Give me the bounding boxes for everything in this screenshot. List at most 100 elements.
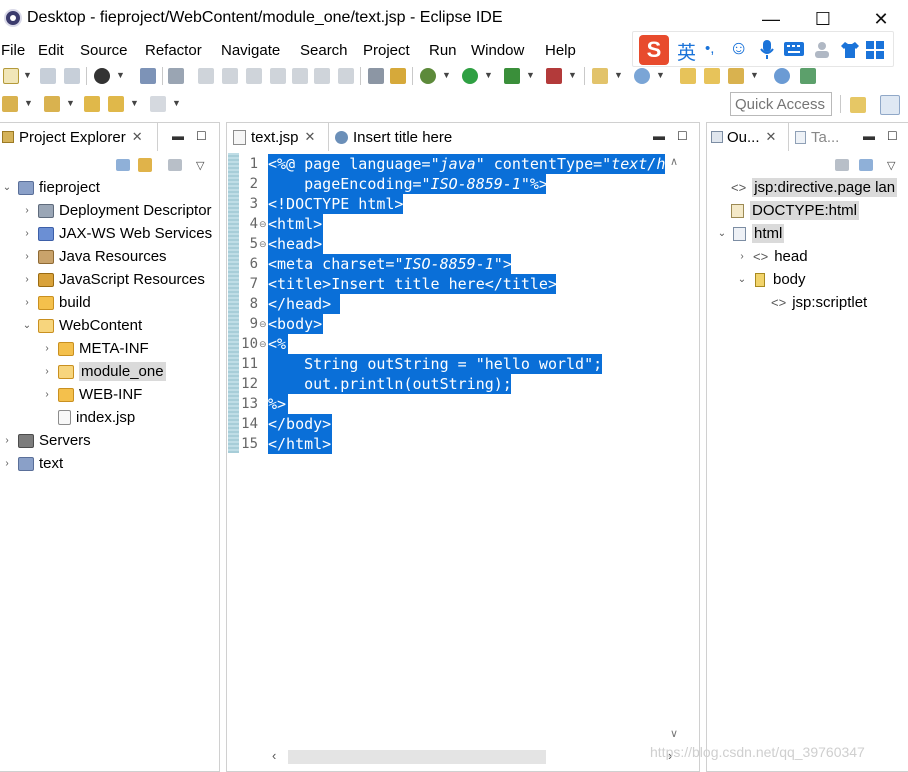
menu-navigate[interactable]: Navigate — [221, 42, 280, 59]
close-tab-icon[interactable]: ✕ — [305, 129, 316, 145]
collapse-all-icon[interactable] — [859, 159, 873, 171]
step-return-icon[interactable] — [338, 68, 354, 84]
save-all-icon[interactable] — [64, 68, 80, 84]
new-class-dropdown-arrow-icon[interactable]: ▼ — [656, 70, 665, 80]
menu-refactor[interactable]: Refactor — [145, 42, 202, 59]
collapsed-chevron-icon[interactable]: › — [20, 228, 34, 239]
run-server-dropdown-arrow-icon[interactable]: ▼ — [526, 70, 535, 80]
maximize-button[interactable]: ☐ — [800, 5, 846, 33]
view-menu-icon[interactable]: ▽ — [887, 159, 895, 172]
profile-icon[interactable] — [94, 68, 110, 84]
outline-item-doctype[interactable]: DOCTYPE:html — [731, 199, 860, 222]
disconnect-icon[interactable] — [270, 68, 286, 84]
minimize-view-icon[interactable]: ▬ — [863, 129, 875, 143]
menu-source[interactable]: Source — [80, 42, 128, 59]
last-edit-location-icon[interactable] — [84, 96, 100, 112]
tab-outline[interactable]: Ou... ✕ — [707, 123, 789, 151]
collapsed-chevron-icon[interactable]: › — [735, 251, 749, 262]
debug-icon[interactable] — [420, 68, 436, 84]
close-tab-icon[interactable]: ✕ — [766, 129, 777, 145]
next-annotation-icon[interactable] — [2, 96, 18, 112]
expanded-chevron-icon[interactable]: ⌄ — [715, 228, 729, 239]
scrollbar-thumb[interactable] — [288, 750, 546, 764]
collapsed-chevron-icon[interactable]: › — [40, 366, 54, 377]
step-into-icon[interactable] — [292, 68, 308, 84]
back-dropdown-arrow-icon[interactable]: ▼ — [130, 98, 139, 108]
collapsed-chevron-icon[interactable]: › — [20, 205, 34, 216]
minimize-button[interactable]: — — [748, 5, 794, 33]
menu-search[interactable]: Search — [300, 42, 348, 59]
menu-file[interactable]: File — [1, 42, 25, 59]
tree-item-jax-ws-web-services[interactable]: › JAX-WS Web Services — [20, 222, 212, 245]
collapsed-chevron-icon[interactable]: › — [0, 458, 14, 469]
previous-annotation-dropdown-arrow-icon[interactable]: ▼ — [66, 98, 75, 108]
outline-item-body[interactable]: ⌄ body — [735, 268, 806, 291]
outline-item-html[interactable]: ⌄ html — [715, 222, 785, 245]
tab-insert-title-here[interactable]: Insert title here — [335, 123, 452, 151]
collapsed-chevron-icon[interactable]: › — [20, 251, 34, 262]
tab-text-jsp[interactable]: text.jsp ✕ — [227, 123, 329, 151]
search-dropdown-arrow-icon[interactable]: ▼ — [750, 70, 759, 80]
view-filters-icon[interactable] — [168, 159, 182, 171]
build-icon[interactable] — [390, 68, 406, 84]
ime-emoji-icon[interactable]: ☺ — [729, 38, 748, 60]
tree-item-meta-inf[interactable]: › META-INF — [40, 337, 148, 360]
tree-item-web-inf[interactable]: › WEB-INF — [40, 383, 142, 406]
expanded-chevron-icon[interactable]: ⌄ — [20, 320, 34, 331]
terminate-icon[interactable] — [246, 68, 262, 84]
fold-toggle-icon[interactable]: ⊖ — [259, 234, 267, 254]
skip-breakpoints-icon[interactable] — [168, 68, 184, 84]
keyboard-icon[interactable] — [784, 42, 804, 56]
previous-annotation-icon[interactable] — [44, 96, 60, 112]
run-dropdown-arrow-icon[interactable]: ▼ — [484, 70, 493, 80]
ime-punctuation-icon[interactable]: •, — [705, 40, 714, 57]
outline-item-jsp-scriptlet[interactable]: <> jsp:scriptlet — [771, 291, 867, 314]
forward-dropdown-arrow-icon[interactable]: ▼ — [172, 98, 181, 108]
expanded-chevron-icon[interactable]: ⌄ — [0, 182, 14, 193]
outline-filter-icon[interactable] — [835, 159, 849, 171]
tab-project-explorer[interactable]: Project Explorer ✕ — [0, 123, 158, 151]
code-area[interactable]: <%@ page language="java" contentType="te… — [268, 153, 665, 747]
expanded-chevron-icon[interactable]: ⌄ — [735, 274, 749, 285]
menu-project[interactable]: Project — [363, 42, 410, 59]
fold-toggle-icon[interactable]: ⊖ — [259, 214, 267, 234]
forward-icon[interactable] — [150, 96, 166, 112]
scroll-down-icon[interactable]: ∨ — [670, 727, 678, 740]
user-icon[interactable] — [814, 41, 834, 59]
scroll-up-icon[interactable]: ∧ — [670, 155, 678, 168]
link-with-editor-icon[interactable] — [138, 158, 152, 172]
terminal-icon[interactable] — [140, 68, 156, 84]
open-web-browser-icon[interactable] — [774, 68, 790, 84]
tree-item-deployment-descriptor[interactable]: › Deployment Descriptor — [20, 199, 211, 222]
new-icon[interactable] — [3, 68, 19, 84]
close-button[interactable]: ✕ — [858, 5, 904, 33]
tree-item-text[interactable]: › text — [0, 452, 63, 475]
microphone-icon[interactable] — [760, 40, 774, 60]
back-icon[interactable] — [108, 96, 124, 112]
new-java-class-icon[interactable] — [634, 68, 650, 84]
debug-dropdown-arrow-icon[interactable]: ▼ — [442, 70, 451, 80]
new-server-dropdown-arrow-icon[interactable]: ▼ — [614, 70, 623, 80]
tree-item-javascript-resources[interactable]: › JavaScript Resources — [20, 268, 205, 291]
open-task-icon[interactable] — [704, 68, 720, 84]
maximize-view-icon[interactable]: ☐ — [887, 129, 898, 143]
open-perspective-icon[interactable] — [850, 97, 866, 113]
menu-help[interactable]: Help — [545, 42, 576, 59]
open-perspective-launch-icon[interactable] — [800, 68, 816, 84]
collapsed-chevron-icon[interactable]: › — [20, 274, 34, 285]
toolbox-grid-icon[interactable] — [866, 41, 884, 59]
tree-item-java-resources[interactable]: › Java Resources — [20, 245, 166, 268]
new-dropdown-arrow-icon[interactable]: ▼ — [23, 70, 32, 80]
maximize-view-icon[interactable]: ☐ — [677, 129, 688, 143]
tree-item-build[interactable]: › build — [20, 291, 90, 314]
tree-item-webcontent[interactable]: ⌄ WebContent — [20, 314, 142, 337]
menu-run[interactable]: Run — [429, 42, 457, 59]
external-tools-icon[interactable] — [546, 68, 562, 84]
view-menu-icon[interactable]: ▽ — [196, 159, 204, 172]
collapsed-chevron-icon[interactable]: › — [40, 343, 54, 354]
open-type-icon[interactable] — [680, 68, 696, 84]
skin-shirt-icon[interactable] — [840, 41, 860, 59]
vertical-scrollbar[interactable]: ∧ ∨ — [665, 153, 685, 747]
scroll-left-icon[interactable]: ‹ — [272, 748, 276, 763]
ime-mode-icon[interactable]: 英 — [677, 38, 696, 65]
